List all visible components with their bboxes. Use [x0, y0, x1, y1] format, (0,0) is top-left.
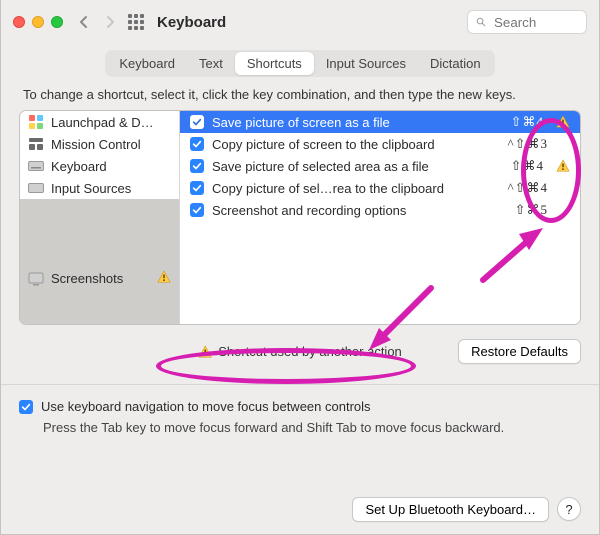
warning-triangle-icon: [157, 202, 171, 324]
warning-triangle-icon: [198, 345, 212, 359]
search-icon: [476, 16, 486, 28]
shortcut-row[interactable]: Screenshot and recording options ⇧⌘5: [180, 199, 580, 221]
shortcut-list[interactable]: Save picture of screen as a file ⇧⌘4 Copy …: [180, 111, 580, 324]
restore-defaults-button[interactable]: Restore Defaults: [458, 339, 581, 364]
tab-shortcuts[interactable]: Shortcuts: [235, 52, 314, 75]
keyboard-icon: [28, 158, 44, 174]
shortcut-checkbox[interactable]: [190, 115, 204, 129]
show-all-prefs-button[interactable]: [127, 13, 145, 31]
tab-keyboard[interactable]: Keyboard: [107, 52, 187, 75]
category-label: Mission Control: [51, 137, 171, 152]
warning-triangle-icon: [556, 159, 570, 173]
category-keyboard[interactable]: Keyboard: [20, 155, 179, 177]
kbnav-sublabel: Press the Tab key to move focus forward …: [43, 420, 581, 435]
minimize-window-button[interactable]: [32, 16, 44, 28]
bluetooth-keyboard-button[interactable]: Set Up Bluetooth Keyboard…: [352, 497, 549, 522]
traffic-lights[interactable]: [13, 16, 63, 28]
shortcut-label: Copy picture of sel…rea to the clipboard: [212, 181, 500, 196]
shortcut-row[interactable]: Copy picture of screen to the clipboard ^…: [180, 133, 580, 155]
launchpad-icon: [28, 114, 44, 130]
mission-icon: [28, 136, 44, 152]
screenshot-icon: [28, 271, 44, 287]
window-header: Keyboard: [1, 0, 599, 44]
input-icon: [28, 180, 44, 196]
back-button[interactable]: [75, 13, 93, 31]
shortcut-row[interactable]: Save picture of selected area as a file ⇧…: [180, 155, 580, 177]
shortcut-label: Save picture of screen as a file: [212, 115, 503, 130]
separator: [1, 384, 599, 385]
zoom-window-button[interactable]: [51, 16, 63, 28]
shortcut-row[interactable]: Copy picture of sel…rea to the clipboard…: [180, 177, 580, 199]
tab-input-sources[interactable]: Input Sources: [314, 52, 418, 75]
bottom-bar: Set Up Bluetooth Keyboard… ?: [1, 487, 599, 534]
category-label: Screenshots: [51, 271, 150, 286]
tab-text[interactable]: Text: [187, 52, 235, 75]
conflict-message: Shortcut used by another action: [198, 344, 402, 359]
shortcuts-pane: To change a shortcut, select it, click t…: [1, 87, 599, 487]
shortcut-keys[interactable]: ⇧⌘5: [515, 202, 548, 218]
shortcut-checkbox[interactable]: [190, 159, 204, 173]
shortcut-checkbox[interactable]: [190, 203, 204, 217]
shortcut-label: Copy picture of screen to the clipboard: [212, 137, 500, 152]
close-window-button[interactable]: [13, 16, 25, 28]
category-label: Keyboard: [51, 159, 171, 174]
tab-dictation[interactable]: Dictation: [418, 52, 493, 75]
window-title: Keyboard: [157, 14, 226, 31]
shortcut-label: Save picture of selected area as a file: [212, 159, 503, 174]
shortcut-row[interactable]: Save picture of screen as a file ⇧⌘4: [180, 111, 580, 133]
shortcut-label: Screenshot and recording options: [212, 203, 507, 218]
tab-bar: KeyboardTextShortcutsInput SourcesDictat…: [1, 44, 599, 87]
category-label: Launchpad & D…: [51, 115, 171, 130]
search-input[interactable]: [492, 14, 578, 31]
category-list[interactable]: Launchpad & D… Mission Control Keyboard Inp…: [20, 111, 180, 324]
category-launchpad-d[interactable]: Launchpad & D…: [20, 111, 179, 133]
help-button[interactable]: ?: [557, 497, 581, 521]
category-label: Input Sources: [51, 181, 171, 196]
shortcut-checkbox[interactable]: [190, 181, 204, 195]
shortcut-keys[interactable]: ⇧⌘4: [511, 158, 544, 174]
shortcut-keys[interactable]: ^⇧⌘4: [508, 180, 549, 196]
kbnav-checkbox[interactable]: [19, 400, 33, 414]
kbnav-label: Use keyboard navigation to move focus be…: [41, 399, 371, 414]
warning-triangle-icon: [556, 115, 570, 129]
shortcut-checkbox[interactable]: [190, 137, 204, 151]
shortcut-keys[interactable]: ⇧⌘4: [511, 114, 544, 130]
instruction-text: To change a shortcut, select it, click t…: [23, 87, 577, 102]
category-input-sources[interactable]: Input Sources: [20, 177, 179, 199]
preferences-window: Keyboard KeyboardTextShortcutsInput Sour…: [0, 0, 600, 535]
forward-button[interactable]: [101, 13, 119, 31]
category-screenshots[interactable]: Screenshots: [20, 199, 179, 324]
shortcut-keys[interactable]: ^⇧⌘3: [508, 136, 549, 152]
search-field[interactable]: [467, 10, 587, 34]
category-mission-control[interactable]: Mission Control: [20, 133, 179, 155]
kbnav-row: Use keyboard navigation to move focus be…: [19, 399, 581, 414]
